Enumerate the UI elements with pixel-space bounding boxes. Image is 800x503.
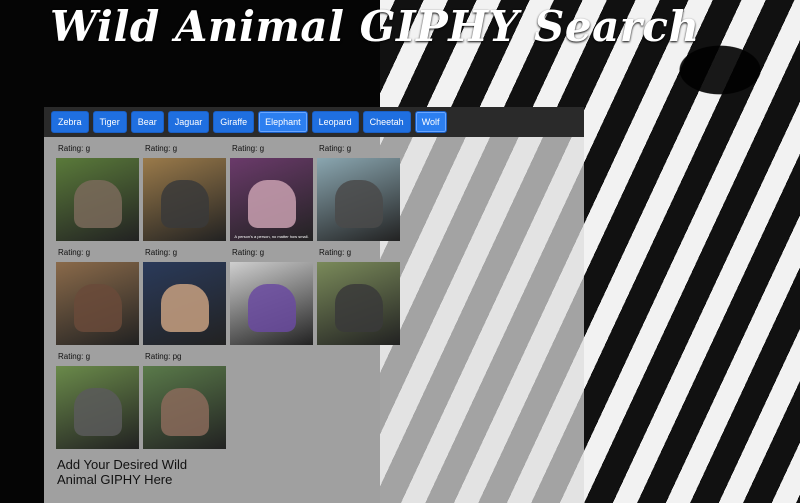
gif-image[interactable] (230, 262, 313, 345)
gif-rating: Rating: pg (145, 352, 182, 361)
gif-card: Rating: g (143, 142, 226, 246)
gif-rating: Rating: g (232, 144, 265, 153)
gif-caption: A person's a person, no matter how small… (234, 234, 309, 239)
animal-button-tiger[interactable]: Tiger (92, 111, 127, 133)
gif-card: Rating: pg (143, 350, 226, 454)
animal-button-elephant[interactable]: Elephant (258, 111, 308, 133)
gif-card: Rating: g A person's a person, no matter … (230, 142, 313, 246)
elephant-figure (74, 284, 122, 332)
gif-image[interactable] (56, 158, 139, 241)
gif-image[interactable] (56, 262, 139, 345)
gif-card: Rating: g (56, 350, 139, 454)
elephant-figure (248, 180, 296, 228)
animal-button-bear[interactable]: Bear (130, 111, 164, 133)
elephant-figure (248, 284, 296, 332)
animal-button-leopard[interactable]: Leopard (311, 111, 359, 133)
gif-rating: Rating: g (319, 144, 352, 153)
gif-rating: Rating: g (232, 248, 265, 257)
gif-card: Rating: g (143, 246, 226, 350)
elephant-figure (161, 388, 209, 436)
animal-button-cheetah[interactable]: Cheetah (362, 111, 411, 133)
animal-button-wolf[interactable]: Wolf (414, 111, 447, 133)
gif-rating: Rating: g (58, 248, 91, 257)
animal-button-zebra[interactable]: Zebra (51, 111, 89, 133)
gif-card: Rating: g (317, 246, 400, 350)
elephant-figure (161, 284, 209, 332)
gif-image[interactable] (317, 158, 400, 241)
animal-button-giraffe[interactable]: Giraffe (213, 111, 255, 133)
gif-card: Rating: g (56, 142, 139, 246)
gif-card: Rating: g (230, 246, 313, 350)
gif-rating: Rating: g (58, 352, 91, 361)
gif-rating: Rating: g (319, 248, 352, 257)
elephant-figure (335, 284, 383, 332)
elephant-figure (74, 388, 122, 436)
gif-image[interactable] (56, 366, 139, 449)
gif-grid: Rating: g Rating: g Rating: g A person's a … (56, 142, 416, 454)
elephant-figure (335, 180, 383, 228)
page-title: Wild Animal GIPHY Search (50, 2, 700, 51)
animal-button-jaguar[interactable]: Jaguar (167, 111, 210, 133)
gif-rating: Rating: g (145, 248, 178, 257)
elephant-figure (74, 180, 122, 228)
add-animal-heading: Add Your Desired Wild Animal GIPHY Here (57, 457, 188, 487)
gif-image[interactable] (143, 262, 226, 345)
gif-image[interactable] (317, 262, 400, 345)
gif-image[interactable]: A person's a person, no matter how small… (230, 158, 313, 241)
gif-rating: Rating: g (145, 144, 178, 153)
animal-button-row: Zebra Tiger Bear Jaguar Giraffe Elephant Leopa… (51, 111, 447, 133)
gif-card: Rating: g (56, 246, 139, 350)
gif-image[interactable] (143, 366, 226, 449)
gif-image[interactable] (143, 158, 226, 241)
gif-card: Rating: g (317, 142, 400, 246)
gif-rating: Rating: g (58, 144, 91, 153)
elephant-figure (161, 180, 209, 228)
